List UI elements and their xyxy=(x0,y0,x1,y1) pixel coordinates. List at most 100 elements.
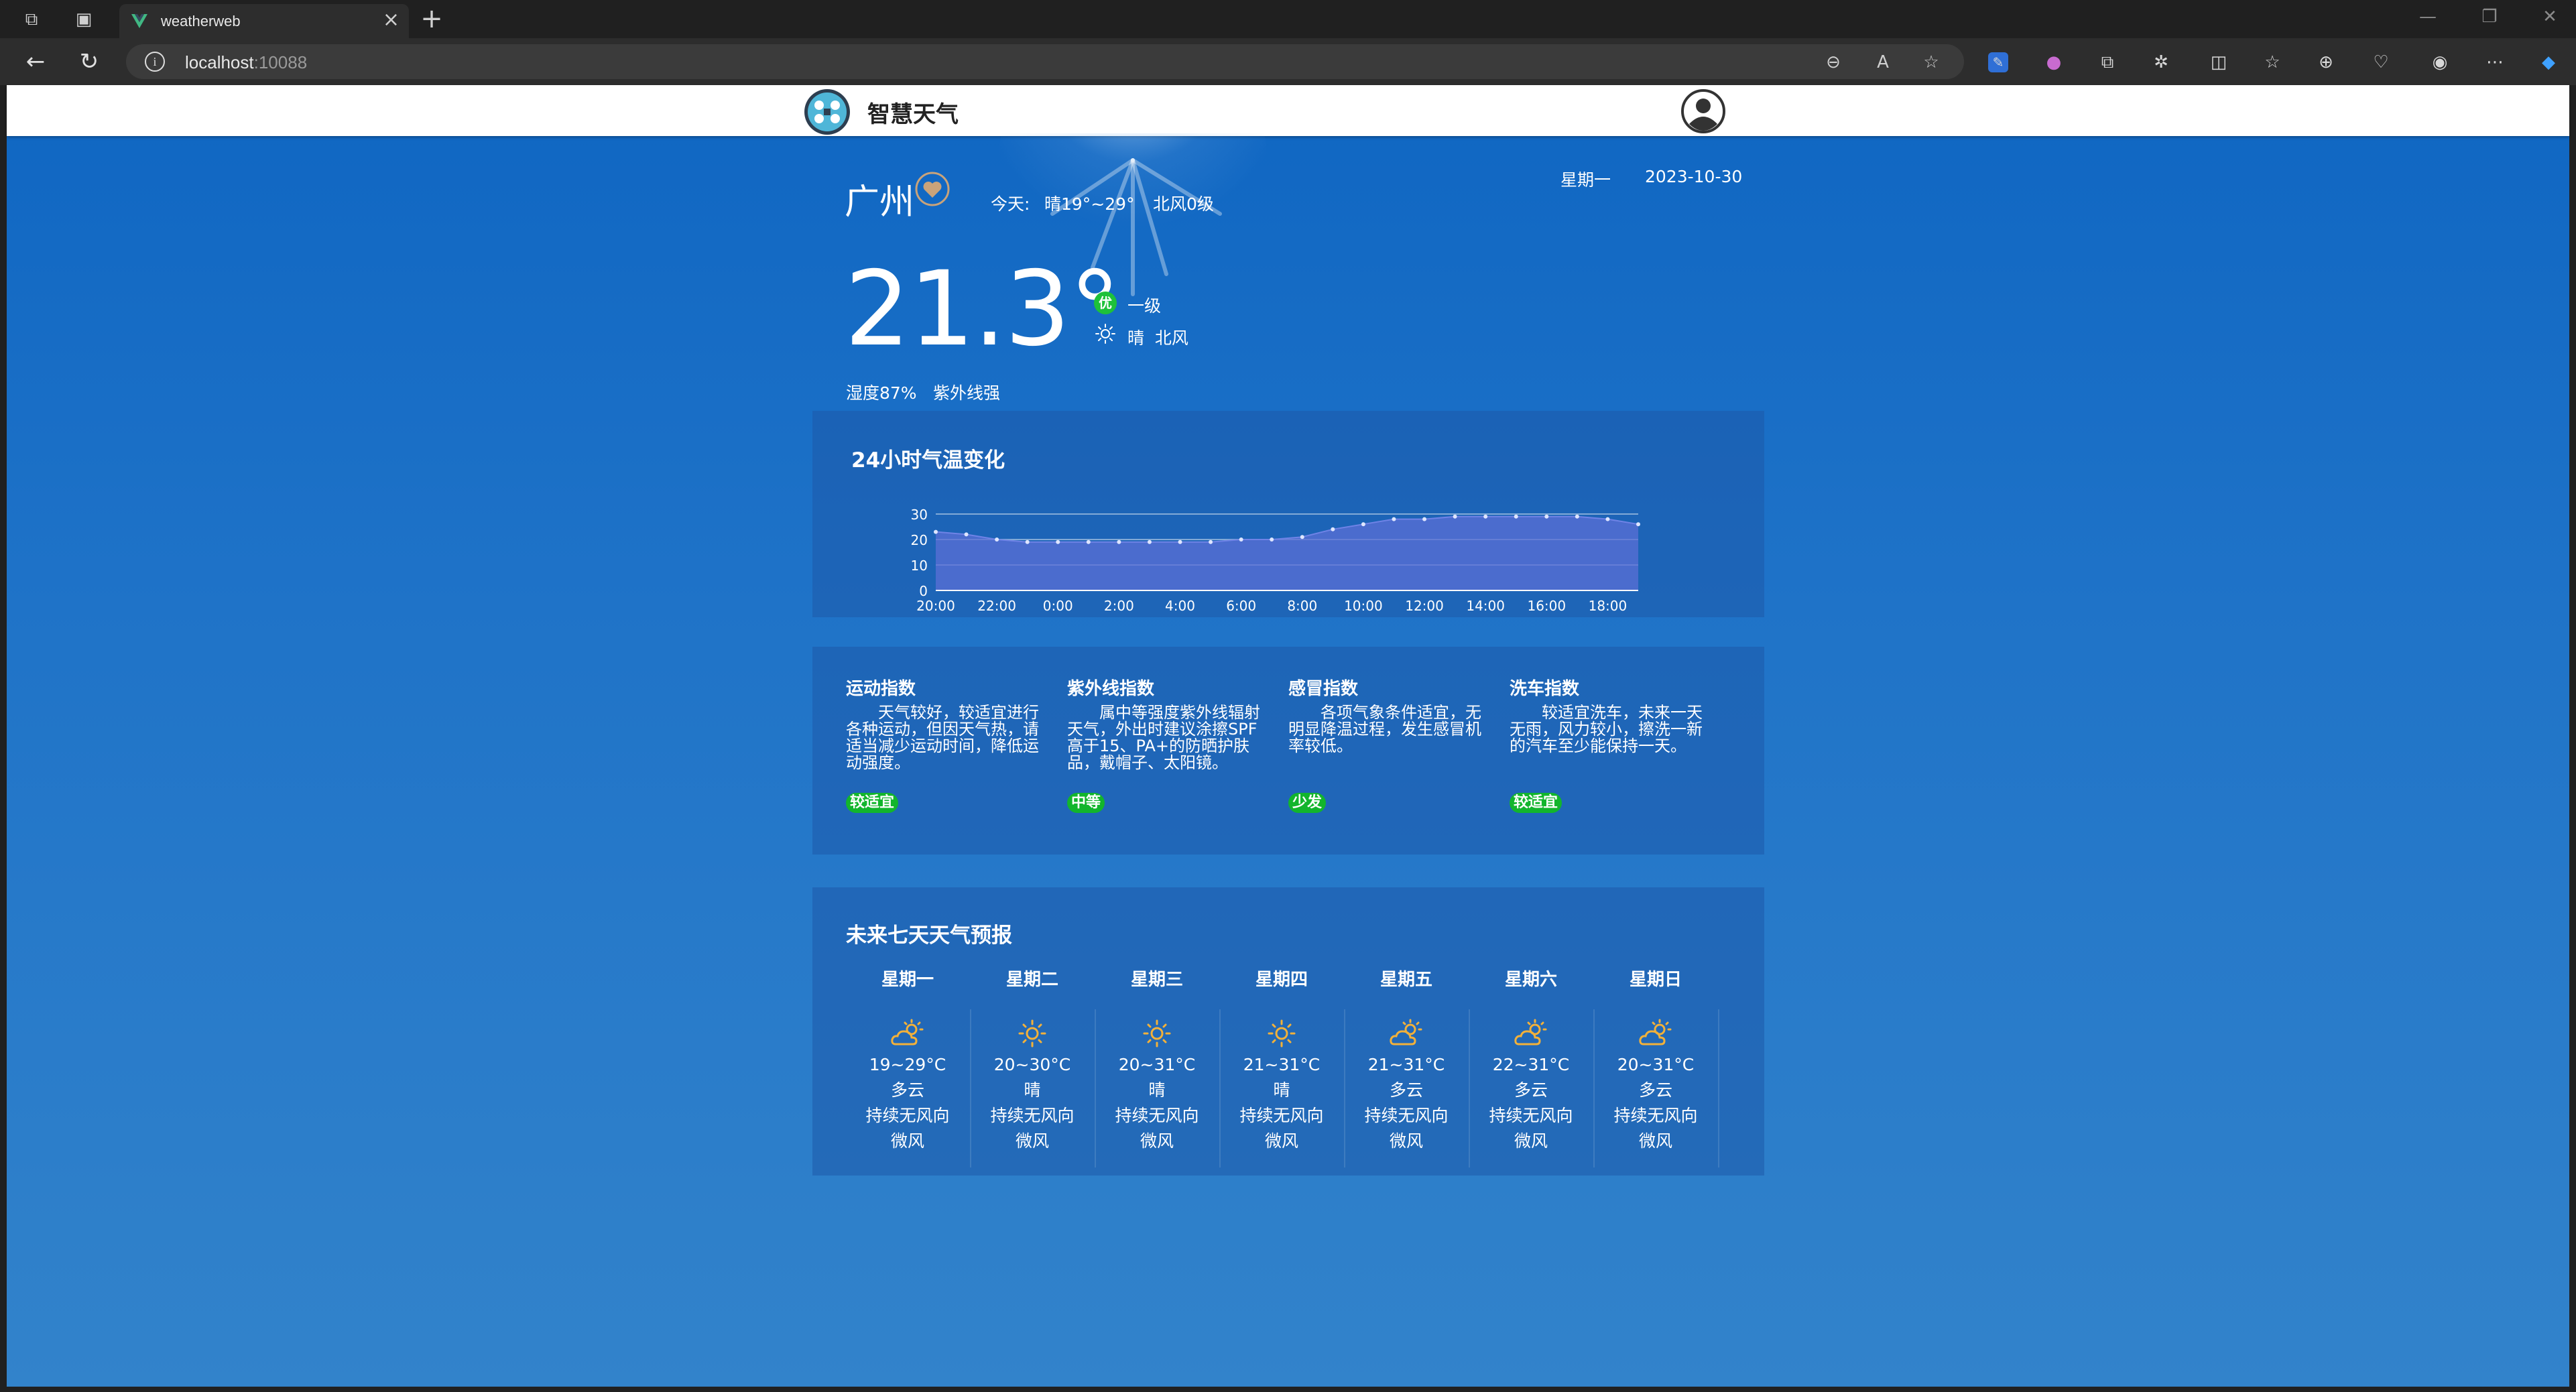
partly-cloudy-icon xyxy=(1469,1017,1593,1050)
close-window-icon[interactable]: ✕ xyxy=(2536,7,2563,27)
tab-close-icon[interactable]: × xyxy=(383,8,400,31)
sun-icon xyxy=(1095,1017,1219,1050)
day-weather: 多云 xyxy=(1389,1080,1423,1100)
index-description: 属中等强度紫外线辐射天气，外出时建议涂擦SPF高于15、PA+的防晒护肤品，戴帽… xyxy=(1067,704,1260,772)
forecast-day: 星期四 21~31°C 晴持续无风向 微风 xyxy=(1220,969,1343,1167)
back-button[interactable]: ← xyxy=(21,48,50,76)
day-weather: 晴 xyxy=(1148,1080,1166,1100)
life-index-item: 紫外线指数属中等强度紫外线辐射天气，外出时建议涂擦SPF高于15、PA+的防晒护… xyxy=(1067,678,1268,813)
index-title: 运动指数 xyxy=(846,679,916,699)
x-tick-label: 16:00 xyxy=(1527,598,1566,614)
site-brand[interactable]: 智慧天气 xyxy=(867,96,959,129)
day-wind-power: 微风 xyxy=(1638,1131,1672,1151)
read-aloud-icon[interactable]: A xyxy=(1872,51,1894,74)
current-condition: 晴 北风 xyxy=(1127,328,1188,348)
index-title: 感冒指数 xyxy=(1288,679,1359,699)
data-point xyxy=(934,529,938,534)
y-tick-label: 30 xyxy=(911,507,928,523)
browser-tab-bar: ⧉ ▣ weatherweb × + — ❐ ✕ xyxy=(0,0,2576,38)
city-name: 广州 xyxy=(845,182,915,223)
data-point xyxy=(1575,514,1579,519)
data-point xyxy=(1453,514,1457,519)
x-tick-label: 18:00 xyxy=(1589,598,1628,614)
uv-index: 紫外线强 xyxy=(933,383,1001,403)
today-temp-range: 晴19°~29° xyxy=(1044,194,1135,214)
data-point xyxy=(1361,522,1365,527)
data-point xyxy=(1239,537,1243,542)
life-index-item: 感冒指数 各项气象条件适宜，无明显降温过程，发生感冒机率较低。 少发 xyxy=(1288,678,1489,813)
data-point xyxy=(1209,540,1213,544)
current-temperature: 21.3° xyxy=(845,249,1121,369)
favorite-star-icon[interactable]: ☆ xyxy=(1920,51,1943,74)
day-weather: 晴 xyxy=(1273,1080,1290,1100)
seven-day-forecast-card: 未来七天天气预报 星期一 19~29°C 多云 持续无风向 微风 星期二 20~30°C 晴持… xyxy=(812,887,1764,1176)
day-wind-power: 微风 xyxy=(1389,1131,1423,1151)
more-menu-icon[interactable]: ⋯ xyxy=(2483,50,2507,74)
x-tick-label: 4:00 xyxy=(1165,598,1195,614)
day-wind-direction: 持续无风向 xyxy=(990,1106,1075,1125)
sun-icon xyxy=(1220,1017,1343,1050)
x-tick-label: 14:00 xyxy=(1466,598,1505,614)
life-index-item: 洗车指数 较适宜洗车，未来一天无雨，风力较小，擦洗一新的汽车至少能保持一天。 较适宜 xyxy=(1510,678,1711,813)
browser-tab[interactable]: weatherweb × xyxy=(119,4,409,38)
hourly-chart-card: 24小时气温变化 0 10 20 30 20:00 22:00 0:00 2:00 4:00 6:… xyxy=(812,411,1764,617)
vue-logo-icon xyxy=(131,14,147,28)
index-level-badge: 中等 xyxy=(1067,793,1105,813)
zoom-icon[interactable]: ⊖ xyxy=(1822,51,1845,74)
today-wind: 北风0级 xyxy=(1153,194,1214,214)
site-info-icon[interactable]: i xyxy=(145,52,165,72)
data-point xyxy=(1331,527,1335,531)
x-tick-label: 0:00 xyxy=(1043,598,1073,614)
x-tick-label: 20:00 xyxy=(916,598,955,614)
data-point xyxy=(1025,540,1030,544)
copilot-icon[interactable]: ◆ xyxy=(2536,50,2561,74)
extensions-icon[interactable]: ✲ xyxy=(2149,50,2173,74)
data-point xyxy=(964,532,969,537)
data-point xyxy=(1270,537,1274,542)
profile-icon[interactable]: ◉ xyxy=(2428,50,2452,74)
partly-cloudy-icon xyxy=(1345,1017,1468,1050)
minimize-icon[interactable]: — xyxy=(2414,7,2441,27)
collections-icon[interactable]: ⊕ xyxy=(2314,50,2338,74)
y-tick-label: 0 xyxy=(919,583,928,599)
x-tick-label: 10:00 xyxy=(1344,598,1383,614)
site-header: 智慧天气 xyxy=(7,85,2569,136)
data-point xyxy=(1086,540,1091,544)
today-label: 今天: xyxy=(991,194,1030,214)
favorite-heart-icon[interactable] xyxy=(914,171,950,207)
day-wind-power: 微风 xyxy=(1514,1131,1548,1151)
extension-icon[interactable]: ● xyxy=(2042,50,2066,74)
restore-icon[interactable]: ❐ xyxy=(2476,7,2503,27)
split-icon[interactable]: ⧉ xyxy=(2095,50,2120,74)
url-text: localhost:10088 xyxy=(185,52,308,72)
user-avatar-icon[interactable] xyxy=(1681,89,1725,133)
forecast-day: 星期三 20~31°C 晴持续无风向 微风 xyxy=(1095,969,1219,1167)
day-wind-direction: 持续无风向 xyxy=(1613,1106,1698,1125)
workspaces-icon[interactable]: ⧉ xyxy=(20,8,43,31)
day-name: 星期一 xyxy=(881,970,934,990)
day-temp-range: 21~31°C xyxy=(1367,1055,1445,1074)
index-level-badge: 较适宜 xyxy=(1510,793,1562,813)
x-tick-label: 6:00 xyxy=(1226,598,1256,614)
tab-actions-icon[interactable]: ▣ xyxy=(72,8,95,31)
x-tick-label: 2:00 xyxy=(1104,598,1134,614)
data-point xyxy=(995,537,999,542)
favorites-icon[interactable]: ☆ xyxy=(2260,50,2284,74)
day-name: 星期四 xyxy=(1255,970,1308,990)
extension-icon[interactable]: ✎ xyxy=(1988,52,2008,72)
index-title: 紫外线指数 xyxy=(1067,679,1155,699)
browser-essentials-icon[interactable]: ♡ xyxy=(2369,50,2393,74)
index-description: 较适宜洗车，未来一天无雨，风力较小，擦洗一新的汽车至少能保持一天。 xyxy=(1510,704,1703,755)
index-level-badge: 少发 xyxy=(1288,793,1327,813)
split-screen-icon[interactable]: ◫ xyxy=(2207,50,2231,74)
new-tab-button[interactable]: + xyxy=(418,5,445,32)
current-weekday: 星期一 xyxy=(1560,170,1611,190)
hourly-temperature-chart[interactable]: 0 10 20 30 20:00 22:00 0:00 2:00 4:00 6:00 8:00 10:… xyxy=(812,411,1764,617)
day-name: 星期三 xyxy=(1130,970,1183,990)
app-logo-icon[interactable] xyxy=(803,88,851,136)
aqi-level: 一级 xyxy=(1127,296,1162,316)
data-point xyxy=(1392,517,1396,521)
address-bar[interactable]: i localhost:10088 ⊖ A ☆ xyxy=(126,44,1964,79)
refresh-button[interactable]: ↻ xyxy=(75,48,103,76)
day-name: 星期日 xyxy=(1629,970,1682,990)
